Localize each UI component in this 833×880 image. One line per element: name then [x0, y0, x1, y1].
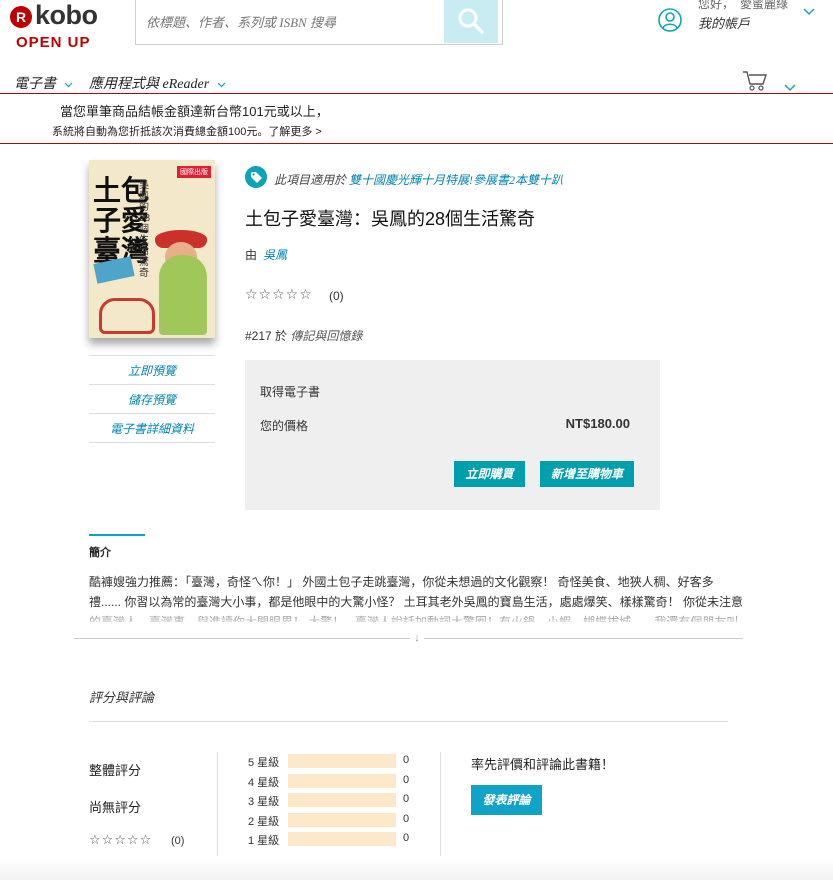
divider — [89, 442, 215, 443]
divider — [89, 355, 215, 356]
my-account-link[interactable]: 我的帳戶 — [698, 13, 750, 32]
reviews-heading: 評分與評論 — [89, 690, 155, 705]
rating-bar-count: 0 — [403, 754, 410, 766]
tag-icon — [245, 166, 267, 188]
rating-stars: ☆☆☆☆☆ — [245, 286, 313, 302]
chevron-down-icon[interactable] — [784, 84, 796, 92]
divider — [89, 721, 728, 722]
promotion-link[interactable]: 雙十國慶光輝十月特展!參展書2本雙十趴 — [349, 173, 563, 187]
kobo-logo[interactable]: R kobo OPEN UP — [10, 0, 120, 52]
rating-bar-label: 2 星級 — [248, 816, 280, 828]
rakuten-r-icon: R — [10, 6, 32, 28]
your-price-label: 您的價格 — [260, 419, 309, 433]
search-input[interactable] — [144, 9, 438, 37]
rating-bar — [288, 813, 396, 827]
divider — [74, 638, 743, 639]
nav-apps-label: 應用程式與 eReader — [89, 77, 210, 92]
price-value: NT$180.00 — [565, 416, 630, 431]
rating-count: (0) — [329, 289, 344, 303]
bestseller-rank: #217 於 傳記與回憶錄 — [245, 327, 362, 344]
chevron-down-icon — [64, 82, 72, 88]
logo-tagline: OPEN UP — [16, 34, 91, 51]
search-bar — [135, 0, 503, 45]
chevron-down-icon[interactable] — [803, 8, 815, 16]
shopping-cart-icon[interactable] — [742, 70, 768, 92]
overall-rating-count: (0) — [171, 835, 185, 847]
promo-top-border — [0, 93, 833, 94]
nav-ebooks-label: 電子書 — [14, 77, 56, 92]
divider — [440, 752, 441, 856]
rating-bar — [288, 793, 396, 807]
get-ebook-label: 取得電子書 — [260, 385, 321, 399]
rating-bar — [288, 774, 396, 788]
promo-bottom-border — [0, 143, 833, 144]
rating-bar-count: 0 — [403, 793, 410, 805]
cover-subtitle-art: 吳鳳的28個生活驚奇 — [139, 180, 151, 279]
footer-band — [0, 858, 833, 880]
expand-arrow-icon[interactable]: ↓ — [410, 630, 424, 646]
rating-bar — [288, 832, 396, 846]
promotion-prefix: 此項目適用於 — [274, 173, 347, 187]
write-review-button[interactable]: 發表評論 — [471, 785, 542, 815]
nav-ebooks[interactable]: 電子書 — [14, 73, 73, 93]
rating-bar-count: 0 — [403, 832, 410, 844]
divider — [89, 413, 215, 414]
overall-rating-label: 整體評分 — [89, 763, 142, 778]
account-icon[interactable] — [658, 8, 682, 32]
promo-banner-line1: 當您單筆商品結帳金額達新台幣101元或以上， — [60, 104, 329, 119]
divider — [217, 752, 218, 856]
rating-bar-label: 4 星級 — [248, 777, 280, 789]
cover-publisher-badge: 國際出版 — [177, 166, 211, 178]
intro-fade — [89, 612, 749, 628]
nav-apps-ereader[interactable]: 應用程式與 eReader — [89, 73, 226, 93]
rank-number: #217 於 — [245, 329, 288, 343]
rating-bar-count: 0 — [403, 813, 410, 825]
book-cover[interactable]: 國際出版 土包子愛臺灣 吳鳳的28個生活驚奇 — [89, 160, 215, 338]
buy-now-button[interactable]: 立即購買 — [454, 461, 525, 487]
account-greeting: 您好， 愛蜜麗綠 — [698, 0, 789, 11]
no-rating-label: 尚無評分 — [89, 800, 142, 815]
book-author: 由吳鳳 — [245, 246, 287, 263]
add-to-cart-button[interactable]: 新增至購物車 — [540, 461, 634, 487]
intro-tab-indicator — [89, 534, 145, 536]
rating-bar — [288, 754, 396, 768]
cover-illustration — [99, 298, 155, 334]
save-preview-link[interactable]: 儲存預覽 — [89, 391, 215, 408]
rating-bar-label: 1 星級 — [248, 835, 280, 847]
promotion-note: 此項目適用於 雙十國慶光輝十月特展!參展書2本雙十趴 — [274, 171, 563, 188]
preview-link[interactable]: 立即預覽 — [89, 362, 215, 379]
intro-heading[interactable]: 簡介 — [89, 544, 111, 560]
search-icon — [458, 8, 484, 34]
rank-category[interactable]: 傳記與回憶錄 — [290, 329, 362, 343]
rating-bar-label: 3 星級 — [248, 796, 280, 808]
book-title: 土包子愛臺灣：吳鳳的28個生活驚奇 — [245, 209, 536, 229]
rating-bar-label: 5 星級 — [248, 757, 280, 769]
author-link[interactable]: 吳鳳 — [263, 248, 287, 262]
divider — [89, 384, 215, 385]
promo-banner-line2[interactable]: 系統將自動為您折抵該次消費總金額100元。了解更多 > — [52, 123, 322, 139]
logo-wordmark: kobo — [35, 0, 98, 30]
overall-rating-stars: ☆☆☆☆☆ — [89, 832, 153, 847]
rating-bar-count: 0 — [403, 774, 410, 786]
ebook-details-link[interactable]: 電子書詳細資料 — [89, 420, 215, 437]
chevron-down-icon — [217, 82, 226, 88]
author-prefix: 由 — [245, 248, 258, 262]
search-button[interactable] — [444, 0, 498, 43]
cover-illustration — [159, 255, 207, 335]
purchase-box: 取得電子書 您的價格 NT$180.00 立即購買 新增至購物車 — [245, 360, 660, 510]
first-review-prompt: 率先評價和評論此書籍！ — [471, 757, 615, 772]
